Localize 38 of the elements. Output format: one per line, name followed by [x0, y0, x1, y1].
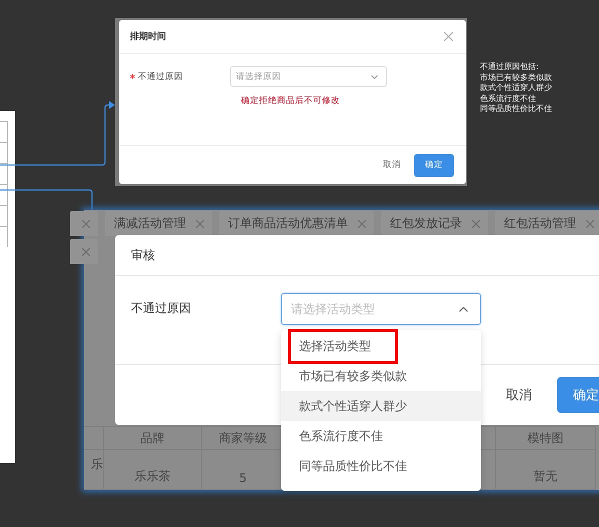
cancel-button[interactable]: 取消	[383, 159, 401, 171]
close-icon[interactable]	[472, 220, 480, 228]
column-header: 模特图	[496, 427, 596, 450]
tab[interactable]: 红包活动管理	[495, 211, 599, 236]
close-icon[interactable]	[586, 220, 594, 228]
reason-select[interactable]: 请选择原因	[230, 66, 387, 87]
column-header: 品牌	[104, 427, 202, 450]
note-item: 同等品质性价比不佳	[480, 104, 552, 114]
table-cell: 乐乐茶	[104, 450, 202, 490]
close-icon[interactable]	[196, 220, 204, 228]
chevron-up-icon	[459, 306, 468, 312]
table-cell: 暂无	[496, 450, 596, 490]
warning-text: 确定拒绝商品后不可修改	[241, 95, 341, 107]
close-icon[interactable]	[82, 248, 90, 256]
note-item: 市场已有较多类似款	[480, 72, 552, 83]
close-icon[interactable]	[358, 220, 366, 228]
note-item: 色系流行度不佳	[480, 94, 537, 104]
tab[interactable]	[70, 239, 98, 264]
confirm-button[interactable]: 确定	[414, 154, 454, 176]
table-cell: 乐	[84, 450, 104, 490]
tab[interactable]: 订单商品活动优惠清单	[219, 211, 374, 236]
dropdown-option[interactable]: 市场已有较多类似款	[281, 361, 481, 391]
dialog-title: 审核	[131, 246, 155, 264]
close-icon[interactable]	[82, 220, 90, 228]
field-label: 不通过原因	[131, 300, 192, 317]
dialog-title: 排期时间	[130, 30, 166, 43]
tab[interactable]	[70, 211, 98, 236]
confirm-button[interactable]: 确定	[557, 377, 599, 413]
cancel-button[interactable]: 取消	[506, 386, 532, 404]
close-icon[interactable]	[444, 32, 453, 41]
dropdown-option[interactable]: 款式个性适穿人群少	[281, 391, 481, 421]
tab[interactable]: 红包发放记录	[381, 211, 488, 236]
chevron-down-icon	[371, 74, 378, 78]
note-heading: 不通过原因包括:	[480, 62, 540, 72]
reason-select[interactable]: 请选择活动类型	[281, 293, 481, 325]
field-label: 不通过原因	[130, 70, 230, 82]
tab[interactable]: 满减活动管理	[105, 211, 212, 236]
note-item: 款式个性适穿人群少	[480, 83, 552, 94]
